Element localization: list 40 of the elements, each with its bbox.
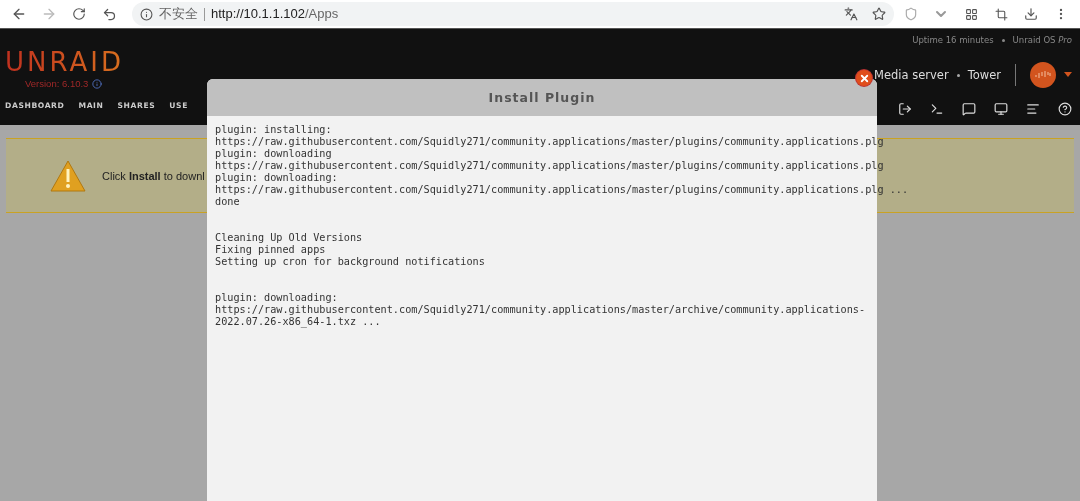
log-line: Fixing pinned apps [215,244,326,256]
log-line: done [215,196,240,208]
caret-icon[interactable] [1064,72,1072,78]
info-icon [140,7,153,21]
url-text: 不安全 http://10.1.1.102/Apps [159,5,339,23]
bookmark-star-icon[interactable] [872,7,886,21]
os-text: Unraid OS Pro [1012,35,1072,45]
banner-text: Click Install to downl [102,169,205,182]
log-line: plugin: downloading: [215,172,338,184]
separator-dot [1001,38,1005,42]
dialog-title: Install Plugin [488,90,596,105]
server-name: Tower [967,68,1001,82]
help-icon[interactable] [1058,102,1072,116]
separator-dot [956,73,960,77]
log-lines-icon[interactable] [1026,102,1040,116]
address-bar[interactable]: 不安全 http://10.1.1.102/Apps [132,2,894,26]
uptime-text: Uptime 16 minutes [912,35,994,45]
server-description: Media server [874,68,949,82]
version-text: Version: 6.10.3 [25,78,89,89]
log-line: https://raw.githubusercontent.com/Squidly271/community.applications/master/archive/community.applications- [215,304,866,316]
avatar-icon[interactable] [1030,62,1056,88]
close-icon [858,72,870,84]
logout-icon[interactable] [898,102,912,116]
terminal-icon[interactable] [930,102,944,116]
log-line: plugin: installing: [215,124,332,136]
log-line: https://raw.githubusercontent.com/Squidly271/community.applications/master/plugins/community.applications.plg [215,160,884,172]
log-line: https://raw.githubusercontent.com/Squidly271/community.applications/master/plugins/community.applications.plg [215,136,884,148]
log-line: Cleaning Up Old Versions [215,232,363,244]
log-line: 2022.07.26-x86_64-1.txz ... [215,316,381,328]
log-line: Setting up cron for background notifications [215,256,485,268]
reload-icon[interactable] [72,7,86,21]
monitor-icon[interactable] [994,102,1008,116]
log-line: plugin: downloading: [215,292,338,304]
undo-icon[interactable] [101,6,117,22]
warning-icon [50,159,86,192]
log-line: https://raw.githubusercontent.com/Squidly271/community.applications/master/plugins/community.applications.plg ... [215,184,909,196]
close-button[interactable] [856,70,872,86]
translate-icon[interactable] [844,7,858,21]
log-line: plugin: downloading [215,148,332,160]
message-icon[interactable] [962,102,976,116]
